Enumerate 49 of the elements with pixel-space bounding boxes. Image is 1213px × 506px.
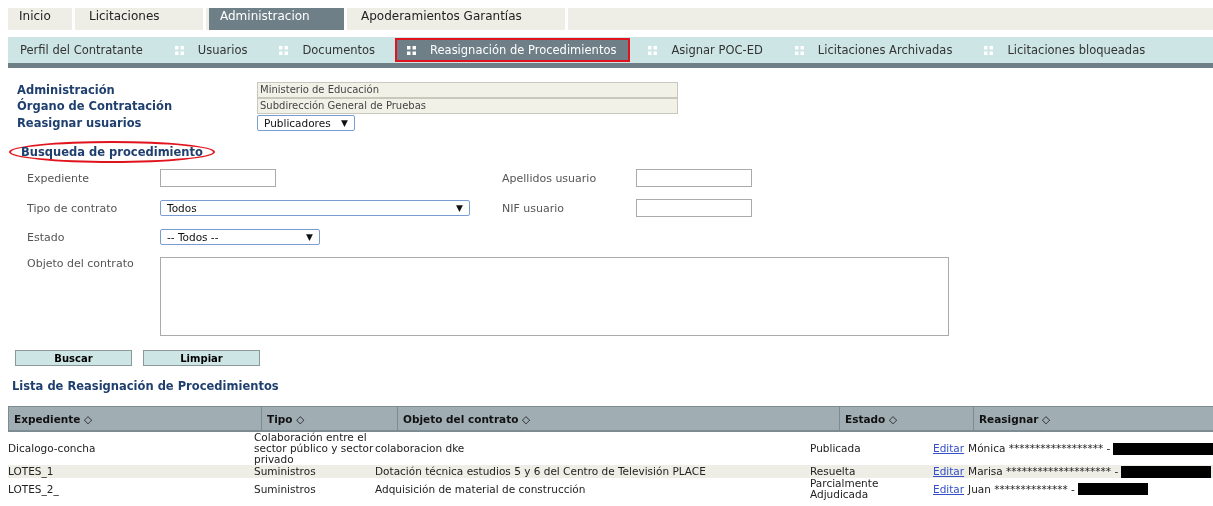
table-cell: LOTES_2_ [8, 483, 59, 495]
table-cell-text: Resuelta [810, 466, 857, 477]
readonly-field: Subdirección General de Pruebas [257, 98, 678, 114]
table-cell-text: Parcialmente Adjudicada [810, 478, 880, 500]
table-cell: Adquisición de material de construcción [375, 483, 586, 495]
column-header[interactable]: Objeto del contrato ◇ [397, 406, 840, 431]
field-label: Objeto del contrato [27, 257, 135, 270]
edit-link[interactable]: Editar [933, 443, 965, 454]
field-label: Reasignar usuarios [17, 115, 143, 130]
sub-tab[interactable]: Licitaciones Archivadas [782, 38, 967, 62]
table-cell: colaboracion dke [375, 443, 465, 454]
sub-tab[interactable]: Usuarios [162, 38, 262, 62]
field-label: Estado [27, 230, 66, 244]
table-cell-text: Suministros [254, 483, 317, 495]
table-cell-text: Suministros [254, 466, 317, 477]
edit-link[interactable]: Editar [933, 466, 965, 477]
sub-tab[interactable]: Reasignación de Procedimientos [395, 38, 631, 62]
main-tab[interactable]: Administracion [209, 8, 347, 30]
sub-tab[interactable]: Perfil del Contratante [8, 38, 157, 62]
field-label: Órgano de Contratación [17, 99, 174, 113]
field-label: Administración [17, 83, 116, 97]
table-cell: Dotación técnica estudios 5 y 6 del Centro de Televisión PLACE [375, 466, 706, 477]
dropdown[interactable]: Publicadores ▼ [257, 115, 355, 131]
sub-tab[interactable]: Asignar POC-ED [636, 38, 777, 62]
field-label: Apellidos usuario [502, 171, 598, 185]
column-header[interactable]: Reasignar ◇ [973, 406, 1213, 431]
readonly-field: Ministerio de Educación [257, 82, 678, 98]
table-cell-text: Publicada [810, 443, 862, 454]
user-name: Juan ************** - [968, 483, 1075, 495]
sub-tab[interactable]: Documentos [267, 38, 390, 62]
sub-tab[interactable]: Licitaciones bloqueadas [972, 38, 1160, 62]
table-cell: Colaboración entre el sector público y sector privado [254, 432, 374, 465]
section-title: Busqueda de procedimiento [9, 141, 215, 163]
dropdown[interactable]: Todos ▼ [160, 200, 470, 216]
action-button[interactable]: Buscar [15, 350, 132, 366]
list-title: Lista de Reasignación de Procedimientos [12, 379, 280, 393]
field-label: Expediente [27, 171, 91, 185]
table-cell: Dicalogo-concha [8, 443, 96, 454]
user-name: Mónica ****************** - [968, 443, 1111, 454]
column-header[interactable]: Estado ◇ [839, 406, 974, 431]
action-button[interactable]: Limpiar [143, 350, 260, 366]
edit-link[interactable]: Editar [933, 483, 965, 495]
column-header[interactable]: Tipo ◇ [261, 406, 398, 431]
field-label: Tipo de contrato [27, 201, 119, 215]
column-header[interactable]: Expediente ◇ [8, 406, 262, 431]
table-cell: LOTES_1 [8, 466, 54, 477]
dropdown[interactable]: -- Todos -- ▼ [160, 229, 320, 245]
user-name: Marisa ******************** - [968, 466, 1119, 477]
field-label: NIF usuario [502, 201, 566, 215]
